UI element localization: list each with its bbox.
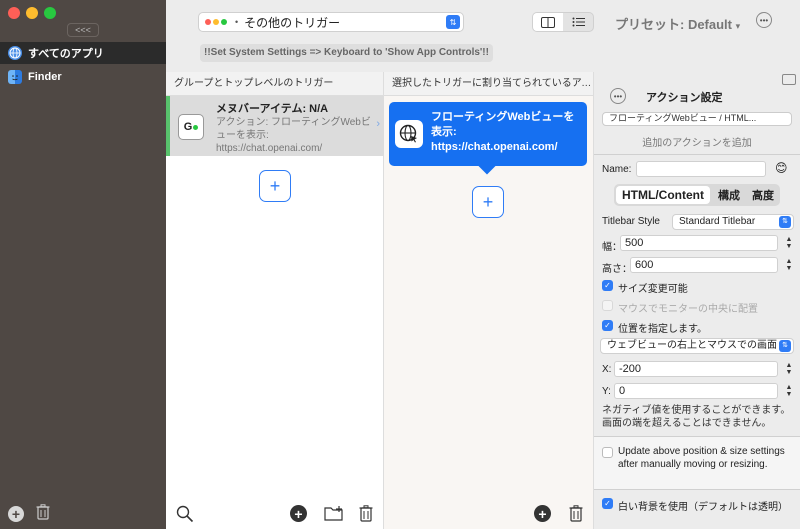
resizable-label: サイズ変更可能	[618, 284, 688, 295]
view-mode-toggle[interactable]	[532, 12, 594, 32]
x-label: X:	[602, 364, 612, 375]
panel-title: アクション設定	[646, 92, 723, 104]
more-options-icon[interactable]: •••	[756, 12, 772, 28]
trigger-select-value: その他のトリガー	[244, 15, 341, 30]
action-settings-panel: ••• アクション設定 フローティングWebビュー / HTML... 追加のア…	[594, 72, 800, 529]
trash-icon[interactable]	[359, 505, 373, 525]
chevron-updown-icon: ⇅	[446, 15, 460, 29]
settings-tabs: HTML/Content 構成 高度	[614, 184, 780, 206]
toolbar: • その他のトリガー ⇅ プリセット: Default ▾ ••• !!Set …	[166, 0, 800, 72]
tab-configuration[interactable]: 構成	[712, 184, 746, 206]
update-position-label: Update above position & size settings af…	[618, 446, 785, 470]
preset-label: プリセット: Default	[615, 17, 733, 32]
width-stepper[interactable]: ▲ ▼	[784, 236, 794, 250]
add-action-button[interactable]: +	[472, 186, 504, 218]
actions-column: 選択したトリガーに割り当てられているアク… フローティングWebビューを表示: …	[384, 72, 594, 529]
actions-footer: +	[384, 499, 593, 529]
trigger-description: アクション: フローティングWebビューを表示: https://chat.op…	[216, 117, 371, 154]
width-field[interactable]: 500	[620, 235, 778, 251]
x-stepper[interactable]: ▲ ▼	[784, 362, 794, 376]
update-position-checkbox[interactable]	[602, 447, 613, 458]
bullet-icon: •	[235, 17, 239, 27]
update-settings-box: Update above position & size settings af…	[594, 436, 800, 490]
status-dots-icon	[205, 19, 227, 25]
height-stepper[interactable]: ▲ ▼	[784, 258, 794, 272]
add-action-footer-button[interactable]: +	[534, 505, 551, 522]
triggers-column: グループとトップレベルのトリガー G メヌバーアイテム: N/A アクション: …	[166, 72, 384, 529]
preset-menu[interactable]: プリセット: Default ▾	[615, 14, 740, 33]
new-folder-icon[interactable]	[324, 505, 344, 524]
tab-html-content[interactable]: HTML/Content	[616, 186, 710, 204]
center-on-mouse-checkbox[interactable]	[602, 300, 613, 311]
height-label: 高さ：	[602, 264, 632, 275]
y-label: Y:	[602, 386, 611, 397]
sidebar-item-label: すべてのアプリ	[28, 48, 104, 60]
specify-position-label: 位置を指定します。	[618, 324, 707, 335]
close-window-button[interactable]	[8, 7, 20, 19]
y-field[interactable]: 0	[614, 383, 778, 399]
titlebar-style-label: Titlebar Style	[602, 216, 660, 227]
height-field[interactable]: 600	[630, 257, 778, 273]
add-trigger-button[interactable]: +	[259, 170, 291, 202]
resizable-checkbox[interactable]: ✓	[602, 280, 613, 291]
triggers-column-header: グループとトップレベルのトリガー	[166, 72, 383, 96]
chevron-updown-icon: ⇅	[779, 340, 791, 352]
white-background-checkbox[interactable]: ✓	[602, 498, 613, 509]
chevron-right-icon: ›	[376, 118, 380, 130]
settings-notice: !!Set System Settings => Keyboard to 'Sh…	[200, 44, 493, 62]
x-field[interactable]: -200	[614, 361, 778, 377]
name-label: Name:	[602, 164, 632, 175]
anchor-select[interactable]: ウェブビューの右上とマウスでの画面 ⇅	[600, 338, 794, 354]
emoji-picker-icon[interactable]: 😊	[775, 161, 788, 175]
add-app-button[interactable]: +	[8, 505, 24, 522]
minimize-window-button[interactable]	[26, 7, 38, 19]
specify-position-checkbox[interactable]: ✓	[602, 320, 613, 331]
divider	[594, 154, 800, 155]
menubar-trigger-icon: G	[178, 114, 204, 140]
collapse-sidebar-button[interactable]: <<<	[67, 23, 99, 37]
actions-column-header: 選択したトリガーに割り当てられているアク…	[384, 72, 593, 96]
name-field[interactable]	[636, 161, 766, 177]
trash-icon[interactable]	[36, 504, 50, 523]
window-icon[interactable]	[782, 74, 796, 85]
columns-view-button[interactable]	[533, 13, 563, 31]
list-view-button[interactable]	[563, 13, 593, 31]
web-view-icon	[395, 120, 423, 148]
zoom-window-button[interactable]	[44, 7, 56, 19]
triggers-footer: +	[166, 499, 383, 529]
titlebar-style-select[interactable]: Standard Titlebar ⇅	[672, 214, 794, 230]
sidebar-item-label: Finder	[28, 71, 62, 83]
tab-advanced[interactable]: 高度	[746, 184, 780, 206]
finder-icon	[8, 70, 22, 84]
center-on-mouse-label: マウスでモニターの中央に配置	[618, 304, 758, 315]
more-options-icon[interactable]: •••	[610, 88, 626, 104]
sidebar-item-finder[interactable]: Finder	[0, 66, 166, 88]
sidebar: <<< すべてのアプリ Finder +	[0, 0, 166, 529]
trash-icon[interactable]	[569, 505, 583, 525]
action-card[interactable]: フローティングWebビューを表示: https://chat.openai.co…	[389, 102, 587, 166]
trigger-type-select[interactable]: • その他のトリガー ⇅	[198, 12, 464, 32]
position-note: ネガティブ値を使用することができます。画面の端を超えることはできません。	[602, 405, 791, 429]
chevron-down-icon: ▾	[735, 21, 741, 31]
window-controls	[8, 7, 56, 19]
width-label: 幅：	[602, 242, 622, 253]
trigger-title: メヌバーアイテム: N/A	[216, 103, 329, 115]
action-type-select[interactable]: フローティングWebビュー / HTML...	[602, 112, 792, 126]
globe-icon	[8, 46, 22, 60]
action-card-text: フローティングWebビューを表示: https://chat.openai.co…	[431, 111, 575, 153]
panel-header: ••• アクション設定	[594, 72, 800, 116]
sidebar-item-all-apps[interactable]: すべてのアプリ	[0, 42, 166, 64]
trigger-list-item[interactable]: G メヌバーアイテム: N/A アクション: フローティングWebビューを表示:…	[166, 96, 384, 156]
chevron-updown-icon: ⇅	[779, 216, 791, 228]
white-background-label: 白い背景を使用（デフォルトは透明）	[618, 502, 788, 513]
sidebar-footer: +	[8, 504, 50, 523]
y-stepper[interactable]: ▲ ▼	[784, 384, 794, 398]
search-icon[interactable]	[176, 505, 194, 526]
add-trigger-footer-button[interactable]: +	[290, 505, 307, 522]
add-additional-action-link[interactable]: 追加のアクションを追加	[594, 134, 800, 149]
